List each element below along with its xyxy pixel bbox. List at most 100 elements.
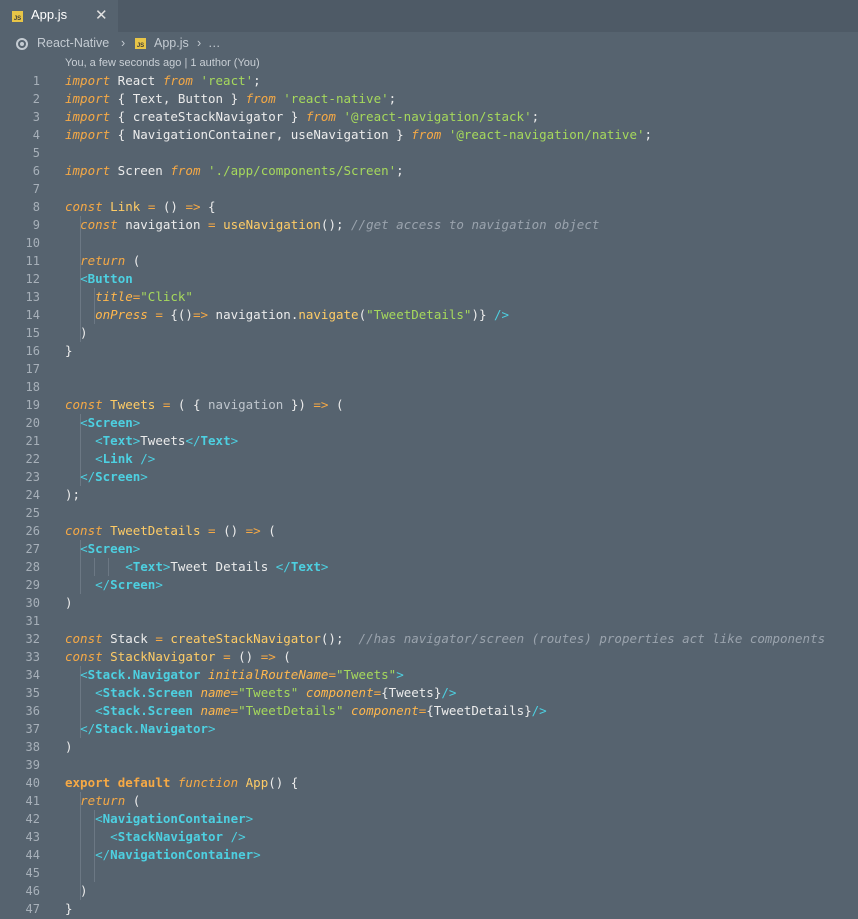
code-line[interactable]: 13 title="Click" <box>0 288 858 306</box>
code-line[interactable]: 43 <StackNavigator /> <box>0 828 858 846</box>
code-token: { <box>200 199 216 214</box>
code-line[interactable]: 46 ) <box>0 882 858 900</box>
code-line[interactable]: 31 <box>0 612 858 630</box>
code-text: <Screen> <box>65 540 140 558</box>
code-token: { createStackNavigator } <box>110 109 306 124</box>
code-line[interactable]: 2 import { Text, Button } from 'react-nat… <box>0 90 858 108</box>
code-line[interactable]: 39 <box>0 756 858 774</box>
code-line[interactable]: 45 <box>0 864 858 882</box>
code-line[interactable]: 35 <Stack.Screen name="Tweets" component… <box>0 684 858 702</box>
code-line[interactable]: 25 <box>0 504 858 522</box>
code-line[interactable]: 18 <box>0 378 858 396</box>
code-line[interactable]: 38) <box>0 738 858 756</box>
line-number: 5 <box>32 146 40 160</box>
code-token: default <box>117 775 171 790</box>
code-text: </Screen> <box>65 576 163 594</box>
line-number: 18 <box>25 380 40 394</box>
code-token: ) <box>65 739 73 754</box>
code-line[interactable]: 4 import { NavigationContainer, useNaviga… <box>0 126 858 144</box>
line-number: 43 <box>25 830 40 844</box>
breadcrumb-folder[interactable]: React-Native <box>37 36 109 50</box>
code-token: </ <box>185 433 201 448</box>
code-line[interactable]: 36 <Stack.Screen name="TweetDetails" com… <box>0 702 858 720</box>
code-line[interactable]: 21 <Text>Tweets</Text> <box>0 432 858 450</box>
line-number: 30 <box>25 596 40 610</box>
code-line[interactable]: 8 const Link = () => { <box>0 198 858 216</box>
code-token: const <box>65 631 103 646</box>
code-line[interactable]: 47} <box>0 900 858 918</box>
code-line[interactable]: 40 export default function App() { <box>0 774 858 792</box>
code-token: => <box>313 397 329 412</box>
code-token: const <box>80 217 118 232</box>
code-token: = <box>230 703 239 718</box>
line-number: 22 <box>25 452 40 466</box>
code-token: > <box>132 541 141 556</box>
code-line[interactable]: 29 </Screen> <box>0 576 858 594</box>
code-line[interactable]: 12 <Button <box>0 270 858 288</box>
code-token: < <box>80 667 88 682</box>
code-token: () <box>215 523 246 538</box>
code-line[interactable]: 20 <Screen> <box>0 414 858 432</box>
code-line[interactable]: 32 const Stack = createStackNavigator(); … <box>0 630 858 648</box>
code-text: ) <box>65 882 88 900</box>
code-token: = <box>208 523 216 538</box>
code-line[interactable]: 9 const navigation = useNavigation(); //… <box>0 216 858 234</box>
code-line[interactable]: 7 <box>0 180 858 198</box>
line-number: 38 <box>25 740 40 754</box>
code-token: import <box>65 73 111 88</box>
line-number: 1 <box>32 74 40 88</box>
code-line[interactable]: 24); <box>0 486 858 504</box>
tab-app-js[interactable]: JS App.js ✕ <box>0 0 118 32</box>
code-editor[interactable]: You, a few seconds ago | 1 author (You) … <box>0 55 858 919</box>
code-line[interactable]: 23 </Screen> <box>0 468 858 486</box>
breadcrumb-file[interactable]: App.js <box>154 36 189 50</box>
close-icon[interactable]: ✕ <box>95 6 108 24</box>
code-line[interactable]: 34 <Stack.Navigator initialRouteName="Tw… <box>0 666 858 684</box>
code-text: ); <box>65 486 80 504</box>
code-token: Screen <box>95 469 141 484</box>
code-token: onPress <box>95 307 148 322</box>
code-token: navigation <box>117 217 209 232</box>
code-line[interactable]: 19 const Tweets = ( { navigation }) => ( <box>0 396 858 414</box>
code-token: StackNavigator <box>110 649 216 664</box>
code-line[interactable]: 14 onPress = {()=> navigation.navigate("… <box>0 306 858 324</box>
line-number: 20 <box>25 416 40 430</box>
code-token: Tweets <box>140 433 186 448</box>
code-line[interactable]: 22 <Link /> <box>0 450 858 468</box>
code-line[interactable]: 42 <NavigationContainer> <box>0 810 858 828</box>
code-line[interactable]: 33 const StackNavigator = () => ( <box>0 648 858 666</box>
line-number: 25 <box>25 506 40 520</box>
line-number: 24 <box>25 488 40 502</box>
code-line[interactable]: 11 return ( <box>0 252 858 270</box>
code-line[interactable]: 5 <box>0 144 858 162</box>
code-line[interactable]: 15 ) <box>0 324 858 342</box>
code-token: > <box>253 847 261 862</box>
code-line[interactable]: 10 <box>0 234 858 252</box>
code-line[interactable]: 44 </NavigationContainer> <box>0 846 858 864</box>
code-token: Screen <box>87 541 133 556</box>
line-number: 15 <box>25 326 40 340</box>
code-line[interactable]: 16} <box>0 342 858 360</box>
code-line[interactable]: 3 import { createStackNavigator } from '@… <box>0 108 858 126</box>
line-number: 11 <box>25 254 40 268</box>
code-token: /> <box>230 829 246 844</box>
code-token: export <box>65 775 111 790</box>
breadcrumb-separator: › <box>197 36 202 50</box>
code-line[interactable]: 37 </Stack.Navigator> <box>0 720 858 738</box>
code-token: ( <box>275 649 291 664</box>
code-line[interactable]: 26 const TweetDetails = () => ( <box>0 522 858 540</box>
breadcrumb-symbol[interactable]: … <box>208 36 221 50</box>
code-line[interactable]: 6 import Screen from './app/components/Sc… <box>0 162 858 180</box>
code-text: onPress = {()=> navigation.navigate("Twe… <box>65 306 509 324</box>
code-line[interactable]: 28 <Text>Tweet Details </Text> <box>0 558 858 576</box>
code-line[interactable]: 30) <box>0 594 858 612</box>
code-line[interactable]: 27 <Screen> <box>0 540 858 558</box>
code-line[interactable]: 17 <box>0 360 858 378</box>
code-text: const navigation = useNavigation(); //ge… <box>65 216 599 234</box>
code-line[interactable]: 1 import React from 'react'; <box>0 72 858 90</box>
git-blame-annotation[interactable]: You, a few seconds ago | 1 author (You) <box>65 57 260 71</box>
code-line[interactable]: 41 return ( <box>0 792 858 810</box>
